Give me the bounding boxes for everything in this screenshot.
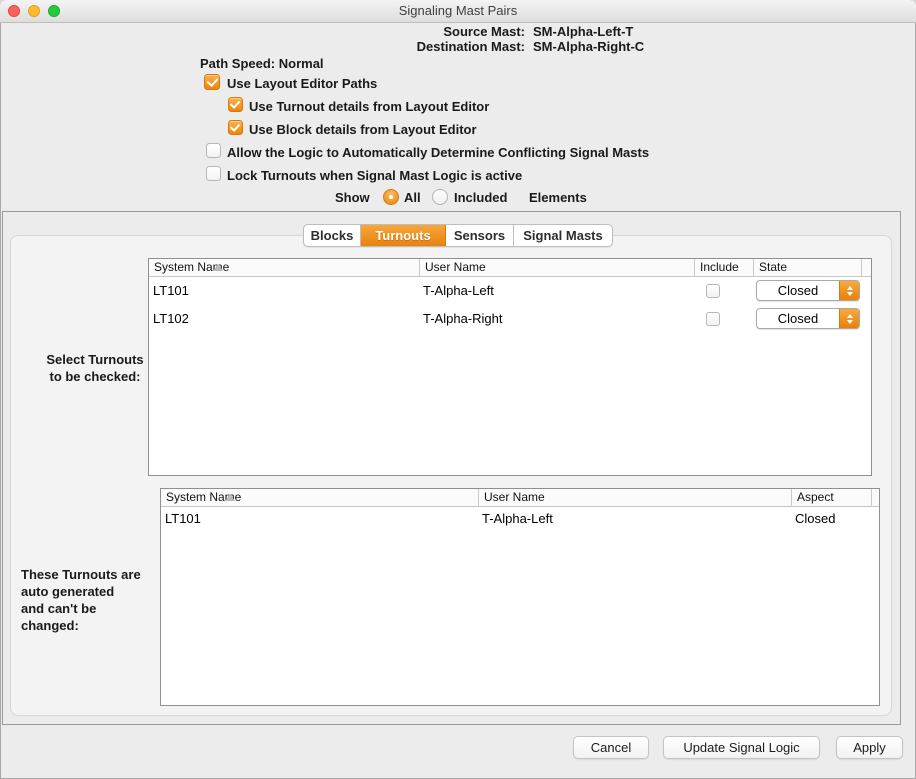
apply-button[interactable]: Apply [836, 736, 903, 759]
column-header-spacer [861, 259, 871, 276]
use-block-details-checkbox[interactable] [228, 120, 243, 135]
path-speed-value: Normal [279, 56, 324, 71]
use-turnout-details-checkbox[interactable] [228, 97, 243, 112]
sort-ascending-icon [213, 264, 223, 271]
column-header-user-name[interactable]: User Name [419, 259, 694, 276]
column-header-user-name[interactable]: User Name [478, 489, 791, 506]
tab-signal-masts[interactable]: Signal Masts [514, 225, 612, 246]
destination-mast-value: SM-Alpha-Right-C [533, 39, 644, 54]
user-name-cell: T-Alpha-Right [423, 305, 502, 333]
auto-turnouts-table: System Name User Name Aspect LT101 T-Alp… [160, 488, 880, 706]
checkmark-icon [230, 121, 240, 132]
tab-blocks[interactable]: Blocks [304, 225, 361, 246]
use-block-details-label: Use Block details from Layout Editor [249, 122, 477, 137]
auto-turnouts-table-header: System Name User Name Aspect [161, 489, 879, 507]
source-mast-label: Source Mast: [280, 24, 525, 39]
column-header-aspect[interactable]: Aspect [791, 489, 871, 506]
use-turnout-details-label: Use Turnout details from Layout Editor [249, 99, 489, 114]
radio-included-label: Included [454, 190, 507, 205]
tab-bar: Blocks Turnouts Sensors Signal Masts [303, 224, 613, 247]
elements-label: Elements [529, 190, 587, 205]
table-row: LT101 T-Alpha-Left Closed [161, 507, 879, 530]
state-dropdown[interactable]: Closed [756, 280, 860, 301]
column-header-state[interactable]: State [753, 259, 861, 276]
use-layout-editor-paths-checkbox[interactable] [204, 74, 220, 90]
system-name-cell: LT101 [153, 277, 189, 305]
select-turnouts-table: System Name User Name Include State LT10… [148, 258, 872, 476]
lock-turnouts-checkbox[interactable] [206, 166, 221, 181]
auto-determine-conflicting-masts-label: Allow the Logic to Automatically Determi… [227, 145, 649, 160]
tab-sensors[interactable]: Sensors [446, 225, 514, 246]
user-name-cell: T-Alpha-Left [482, 507, 553, 530]
system-name-cell: LT102 [153, 305, 189, 333]
select-turnouts-table-header: System Name User Name Include State [149, 259, 871, 277]
tab-turnouts[interactable]: Turnouts [361, 225, 446, 246]
column-header-include[interactable]: Include [694, 259, 753, 276]
checkmark-icon [207, 75, 219, 87]
table-row: LT102 T-Alpha-Right Closed [149, 305, 871, 333]
window-title: Signaling Mast Pairs [0, 0, 916, 22]
title-bar: Signaling Mast Pairs [0, 0, 916, 23]
signaling-mast-pairs-window: Signaling Mast Pairs Source Mast: SM-Alp… [0, 0, 916, 779]
radio-all[interactable] [383, 189, 399, 205]
path-speed-label: Path Speed: [200, 56, 275, 71]
include-checkbox[interactable] [706, 284, 720, 298]
destination-mast-label: Destination Mast: [280, 39, 525, 54]
column-header-spacer [871, 489, 879, 506]
update-signal-logic-button[interactable]: Update Signal Logic [663, 736, 820, 759]
stepper-arrows-icon [839, 281, 859, 300]
checkmark-icon [230, 98, 240, 109]
aspect-cell: Closed [795, 507, 835, 530]
lock-turnouts-label: Lock Turnouts when Signal Mast Logic is … [227, 168, 522, 183]
use-layout-editor-paths-label: Use Layout Editor Paths [227, 76, 377, 91]
system-name-cell: LT101 [165, 507, 201, 530]
column-header-system-name[interactable]: System Name [161, 489, 478, 506]
user-name-cell: T-Alpha-Left [423, 277, 494, 305]
include-checkbox[interactable] [706, 312, 720, 326]
path-speed-row: Path Speed: Normal [200, 56, 324, 71]
radio-included[interactable] [432, 189, 448, 205]
stepper-arrows-icon [839, 309, 859, 328]
table-row: LT101 T-Alpha-Left Closed [149, 277, 871, 305]
auto-turnouts-side-label: These Turnouts are auto generated and ca… [21, 566, 166, 634]
state-dropdown[interactable]: Closed [756, 308, 860, 329]
radio-all-label: All [404, 190, 421, 205]
column-header-system-name[interactable]: System Name [149, 259, 419, 276]
sort-ascending-icon [225, 494, 235, 501]
source-mast-value: SM-Alpha-Left-T [533, 24, 633, 39]
cancel-button[interactable]: Cancel [573, 736, 649, 759]
auto-determine-conflicting-masts-checkbox[interactable] [206, 143, 221, 158]
show-label: Show [335, 190, 370, 205]
select-turnouts-side-label: Select Turnouts to be checked: [36, 351, 154, 385]
